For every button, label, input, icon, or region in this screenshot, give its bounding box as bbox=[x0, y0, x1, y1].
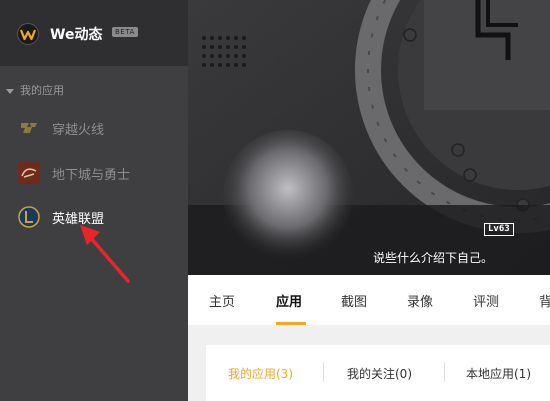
tab-home[interactable]: 主页 bbox=[209, 291, 235, 310]
profile-tabs: 主页 应用 截图 录像 评测 背 bbox=[188, 275, 550, 325]
sidebar-item-label: 穿越火线 bbox=[52, 123, 105, 138]
section-title: 我的应用 bbox=[20, 84, 64, 97]
tab-screenshots[interactable]: 截图 bbox=[341, 291, 367, 310]
lol-icon bbox=[18, 206, 40, 228]
subtab-following[interactable]: 我的关注(0) bbox=[347, 365, 412, 382]
profile-bio[interactable]: 说些什么介绍下自己。 bbox=[373, 249, 493, 266]
annotation-arrow-icon bbox=[80, 225, 130, 283]
beta-badge: BETA bbox=[112, 27, 138, 37]
sidebar-item-dnf[interactable]: 地下城与勇士 bbox=[0, 154, 188, 190]
dnf-icon bbox=[18, 162, 40, 184]
tab-reviews[interactable]: 评测 bbox=[473, 291, 499, 310]
we-logo-icon bbox=[17, 23, 39, 45]
section-my-apps[interactable]: 我的应用 bbox=[6, 82, 64, 98]
crossfire-icon bbox=[18, 117, 40, 139]
tab-recordings[interactable]: 录像 bbox=[407, 291, 433, 310]
brand-header: We动态 BETA bbox=[0, 0, 188, 66]
sidebar-item-label: 地下城与勇士 bbox=[52, 168, 131, 183]
subtab-my-apps[interactable]: 我的应用(3) bbox=[228, 365, 293, 382]
divider bbox=[444, 362, 445, 382]
tab-more[interactable]: 背 bbox=[539, 291, 550, 310]
brand-name: We动态 bbox=[50, 27, 103, 43]
divider bbox=[323, 362, 324, 382]
sidebar: We动态 BETA 我的应用 穿越火线 地下城与勇士 英雄联盟 bbox=[0, 0, 188, 401]
tab-apps[interactable]: 应用 bbox=[276, 291, 302, 310]
caret-down-icon bbox=[6, 88, 14, 94]
level-badge: Lv63 bbox=[484, 223, 514, 236]
subtab-local-apps[interactable]: 本地应用(1) bbox=[466, 365, 531, 382]
sidebar-item-crossfire[interactable]: 穿越火线 bbox=[0, 109, 188, 145]
app-subtabs: 我的应用(3) 我的关注(0) 本地应用(1) bbox=[206, 345, 550, 401]
